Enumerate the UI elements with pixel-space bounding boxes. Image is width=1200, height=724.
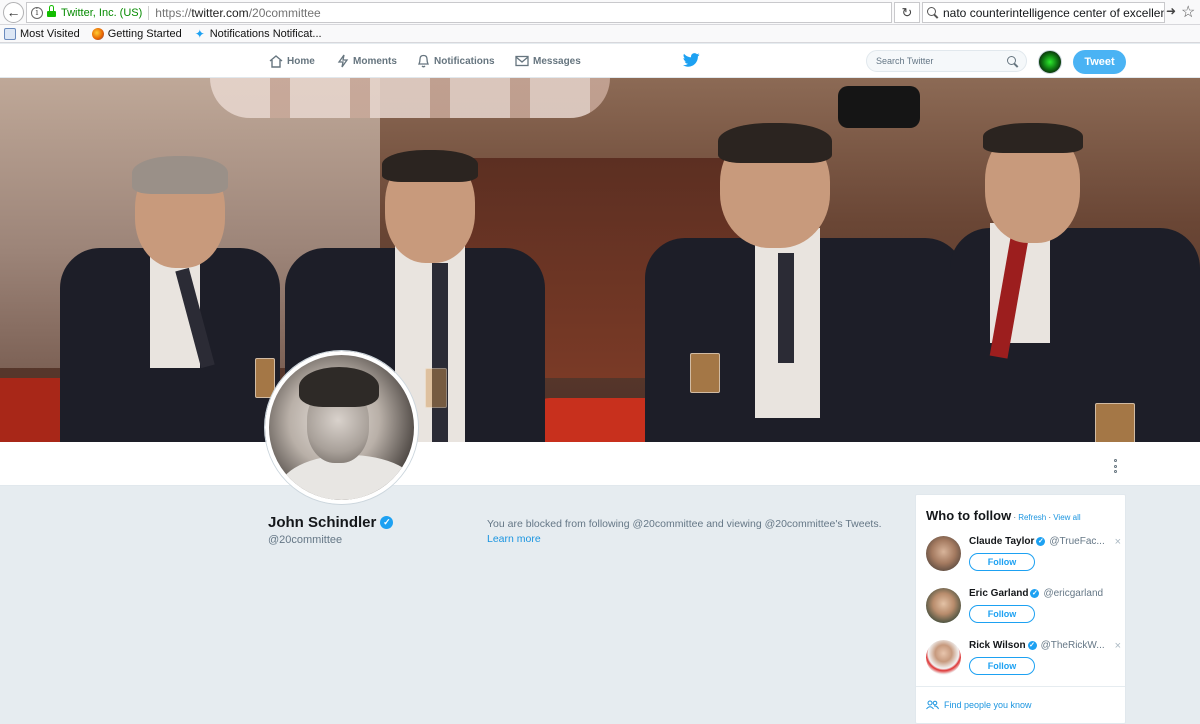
follow-button[interactable]: Follow — [969, 605, 1035, 623]
page-icon — [4, 27, 16, 40]
browser-search-input[interactable]: nato counterintelligence center of excel… — [922, 2, 1165, 23]
tweet-button[interactable]: Tweet — [1073, 50, 1126, 74]
info-icon[interactable]: i — [31, 6, 43, 19]
verified-badge-icon: ✓ — [1027, 641, 1037, 650]
suggested-user: Eric Garland ✓ @ericgarland Follow — [926, 588, 1121, 638]
bookmarks-toolbar: Most Visited Getting Started ✦ Notificat… — [0, 25, 1200, 43]
site-identity[interactable]: Twitter, Inc. (US) — [61, 7, 142, 19]
reload-icon[interactable]: ↻ — [894, 2, 920, 23]
search-icon[interactable] — [1007, 56, 1018, 67]
browser-toolbar: ← i Twitter, Inc. (US) https://twitter.c… — [0, 0, 1200, 25]
who-to-follow-title: Who to follow — [926, 508, 1012, 523]
search-go-arrow-icon[interactable]: ➜ — [1166, 4, 1176, 18]
verified-badge-icon: ✓ — [380, 516, 394, 529]
user-avatar[interactable] — [926, 536, 961, 571]
lightning-icon — [337, 54, 349, 68]
bookmark-getting-started[interactable]: Getting Started — [88, 27, 182, 40]
url-bar[interactable]: i Twitter, Inc. (US) https://twitter.com… — [26, 2, 892, 23]
back-arrow-icon[interactable]: ← — [3, 2, 24, 23]
user-avatar[interactable] — [926, 640, 961, 675]
bookmark-star-icon[interactable]: ☆ — [1181, 2, 1195, 22]
twitter-search-input[interactable]: Search Twitter — [866, 50, 1027, 72]
nav-home[interactable]: Home — [269, 44, 315, 78]
profile-name[interactable]: John Schindler ✓ — [268, 514, 394, 531]
view-all-link[interactable]: View all — [1053, 513, 1080, 522]
verified-badge-icon: ✓ — [1030, 589, 1040, 598]
home-icon — [269, 54, 283, 68]
who-to-follow-panel: Who to follow · Refresh · View all Claud… — [915, 494, 1126, 724]
blocked-message: You are blocked from following @20commit… — [487, 518, 882, 545]
refresh-link[interactable]: Refresh — [1018, 513, 1046, 522]
find-people-link[interactable]: Find people you know — [926, 700, 1032, 710]
nav-notifications[interactable]: Notifications — [417, 44, 495, 78]
dismiss-icon[interactable]: × — [1115, 536, 1121, 548]
user-avatar[interactable] — [926, 588, 961, 623]
nav-moments[interactable]: Moments — [337, 44, 397, 78]
twitter-logo-icon[interactable] — [683, 53, 700, 67]
profile-handle: @20committee — [268, 534, 343, 546]
search-icon — [927, 7, 938, 18]
account-avatar[interactable] — [1038, 50, 1062, 74]
url-text[interactable]: https://twitter.com/20committee — [155, 6, 320, 20]
more-options-icon[interactable] — [1110, 459, 1120, 473]
follow-button[interactable]: Follow — [969, 553, 1035, 571]
suggested-user: Rick Wilson ✓ @TheRickW... × Follow — [926, 640, 1121, 690]
user-name[interactable]: Claude Taylor ✓ @TrueFac... — [969, 536, 1105, 547]
user-name[interactable]: Eric Garland ✓ @ericgarland — [969, 588, 1103, 599]
firefox-icon — [91, 27, 104, 40]
suggested-user: Claude Taylor ✓ @TrueFac... × Follow — [926, 536, 1121, 586]
user-name[interactable]: Rick Wilson ✓ @TheRickW... — [969, 640, 1105, 651]
dismiss-icon[interactable]: × — [1115, 640, 1121, 652]
nav-messages[interactable]: Messages — [515, 44, 581, 78]
bookmark-most-visited[interactable]: Most Visited — [0, 27, 80, 40]
bell-icon — [417, 54, 430, 68]
twitter-bird-icon: ✦ — [194, 26, 205, 41]
twitter-top-nav: Home Moments Notifications Messages Sear… — [0, 44, 1200, 78]
verified-badge-icon: ✓ — [1036, 537, 1046, 546]
people-icon — [926, 700, 939, 710]
envelope-icon — [515, 55, 529, 67]
profile-banner — [0, 78, 1200, 442]
lock-icon — [47, 5, 56, 17]
follow-button[interactable]: Follow — [969, 657, 1035, 675]
bookmark-notifications[interactable]: ✦ Notifications Notificat... — [190, 28, 322, 40]
browser-search-value: nato counterintelligence center of excel… — [943, 5, 1165, 20]
learn-more-link[interactable]: Learn more — [487, 533, 541, 545]
redaction-bar — [838, 86, 920, 128]
profile-avatar[interactable] — [265, 351, 418, 504]
profile-nav-bar — [0, 442, 1200, 486]
search-placeholder: Search Twitter — [876, 56, 934, 66]
